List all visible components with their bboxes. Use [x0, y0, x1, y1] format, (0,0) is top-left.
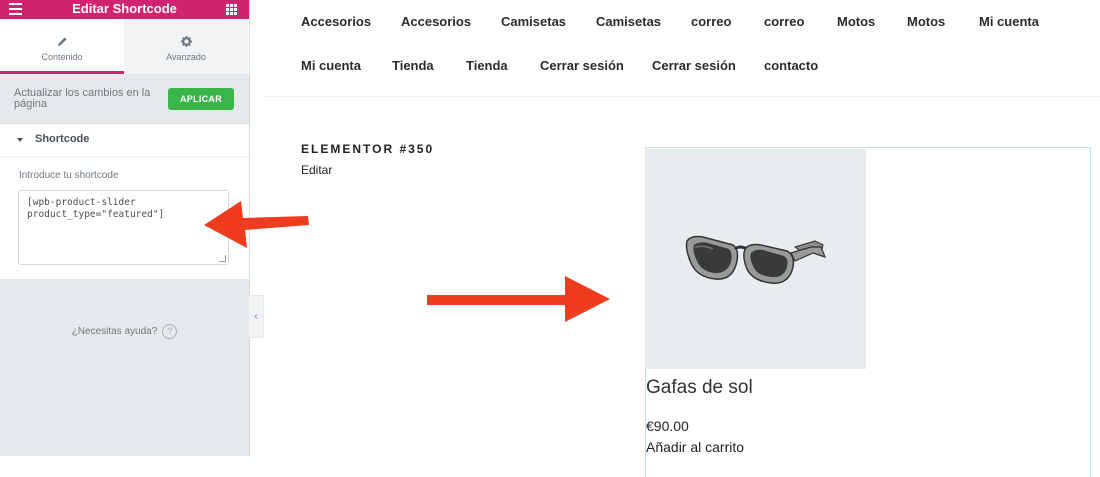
panel-title: Editar Shortcode [72, 1, 177, 16]
nav-row-1: Accesorios Accesorios Camisetas Camiseta… [301, 14, 1091, 58]
nav-item[interactable]: correo [764, 14, 804, 29]
nav-item[interactable]: correo [691, 14, 731, 29]
section-title: Shortcode [35, 133, 90, 145]
apply-changes-text: Actualizar los cambios en la página [14, 87, 151, 110]
shortcode-field-label: Introduce tu shortcode [19, 170, 119, 181]
edit-link[interactable]: Editar [301, 163, 332, 177]
product-image[interactable] [645, 149, 866, 369]
panel-header: Editar Shortcode [0, 0, 249, 19]
widgets-grid-icon[interactable] [226, 4, 237, 15]
product-price: €90.00 [646, 418, 689, 434]
nav-item[interactable]: Tienda [466, 58, 508, 73]
nav-item[interactable]: contacto [764, 58, 818, 73]
help-text: ¿Necesitas ayuda? [71, 326, 158, 338]
nav-item[interactable]: Mi cuenta [979, 14, 1039, 29]
arrow-left-icon [204, 201, 309, 248]
caret-down-icon [17, 138, 23, 142]
pencil-icon [57, 37, 67, 46]
shortcode-value: [wpb-product-slider product_type="featur… [27, 197, 165, 220]
nav-item[interactable]: Cerrar sesión [540, 58, 624, 73]
sunglasses-icon [685, 235, 827, 284]
nav-item[interactable]: Accesorios [301, 14, 371, 29]
nav-item[interactable]: Motos [837, 14, 875, 29]
shortcode-textarea[interactable]: [wpb-product-slider product_type="featur… [18, 190, 229, 265]
arrow-right-icon [427, 276, 610, 322]
tab-avanzado[interactable]: Avanzado [124, 19, 248, 74]
nav-item[interactable]: Mi cuenta [301, 58, 361, 73]
main-navigation: Accesorios Accesorios Camisetas Camiseta… [301, 14, 1091, 102]
panel-collapse-toggle[interactable]: ‹ [249, 295, 264, 338]
nav-item[interactable]: Cerrar sesión [652, 58, 736, 73]
tab-avanzado-label: Avanzado [166, 52, 206, 62]
chevron-left-icon: ‹ [254, 311, 258, 322]
gear-icon [180, 36, 192, 47]
apply-changes-bar: Actualizar los cambios en la página APLI… [0, 74, 249, 124]
nav-item[interactable]: Motos [907, 14, 945, 29]
header-divider [264, 96, 1100, 97]
page-title: ELEMENTOR #350 [301, 142, 435, 156]
nav-item[interactable]: Camisetas [501, 14, 566, 29]
tab-contenido-label: Contenido [41, 52, 83, 62]
panel-tabs: Contenido Avanzado [0, 19, 249, 74]
tab-contenido[interactable]: Contenido [0, 19, 124, 74]
nav-item[interactable]: Accesorios [401, 14, 471, 29]
nav-item[interactable]: Camisetas [596, 14, 661, 29]
add-to-cart-link[interactable]: Añadir al carrito [646, 439, 744, 455]
resize-handle-icon[interactable] [219, 255, 226, 262]
section-header-shortcode[interactable]: Shortcode [0, 124, 249, 157]
nav-item[interactable]: Tienda [392, 58, 434, 73]
help-link[interactable]: ¿Necesitas ayuda?? [0, 324, 249, 339]
apply-button[interactable]: APLICAR [168, 88, 234, 110]
product-name[interactable]: Gafas de sol [646, 377, 753, 399]
help-question-icon: ? [162, 324, 178, 339]
